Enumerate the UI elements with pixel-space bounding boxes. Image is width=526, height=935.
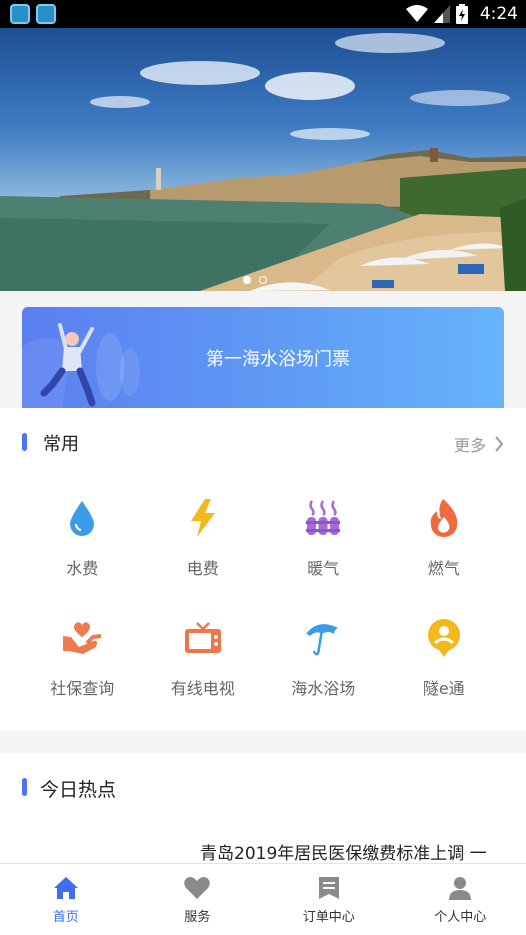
battery-icon	[455, 4, 468, 24]
section-title: 常用	[43, 434, 79, 455]
service-tunnel-pass[interactable]: 隧e通	[384, 618, 505, 700]
hot-topics-section: 今日热点 青岛2019年居民医保缴费标准上调 一	[0, 753, 526, 863]
tab-label: 个人中心	[434, 910, 487, 925]
chevron-right-icon	[495, 436, 504, 452]
more-label: 更多	[453, 436, 486, 455]
tab-orders[interactable]: 订单中心	[263, 864, 395, 935]
heart-icon	[184, 877, 211, 899]
umbrella-icon	[303, 618, 343, 658]
signal-icon	[433, 5, 450, 23]
service-electric-fee[interactable]: 电费	[143, 498, 264, 580]
service-gas[interactable]: 燃气	[384, 498, 505, 580]
home-icon	[53, 877, 78, 899]
ticket-section: 第一海水浴场门票	[0, 291, 526, 408]
app-notification-icon	[36, 4, 56, 24]
common-services-section: 常用 更多 水费 电费 暖气 燃气 社保查询 有线电视 海水浴场 隧e通	[0, 408, 526, 731]
ticket-title: 第一海水浴场门票	[206, 349, 350, 370]
radiator-icon	[303, 498, 343, 538]
app-screen: 4:24 第一海水浴场门票 常用 更多 水费 电费 暖气 燃气 社保查询 有线电…	[0, 0, 526, 935]
more-link[interactable]: 更多	[454, 432, 504, 456]
bottom-tab-bar: 首页 服务 订单中心 个人中心	[0, 863, 526, 935]
water-drop-icon	[62, 498, 102, 538]
section-title: 今日热点	[40, 779, 117, 801]
tab-services[interactable]: 服务	[132, 864, 264, 935]
service-label: 社保查询	[50, 679, 115, 698]
service-social-security[interactable]: 社保查询	[22, 618, 143, 700]
order-list-icon	[318, 877, 339, 899]
tab-profile[interactable]: 个人中心	[395, 864, 526, 935]
tab-label: 服务	[184, 910, 211, 925]
tab-label: 首页	[52, 910, 79, 925]
banner-carousel[interactable]	[0, 28, 526, 291]
service-grid: 水费 电费 暖气 燃气 社保查询 有线电视 海水浴场 隧e通	[22, 498, 504, 700]
section-header: 常用 更多	[0, 408, 526, 476]
carousel-indicator	[243, 276, 267, 284]
tab-label: 订单中心	[302, 910, 355, 925]
beach-ticket-card[interactable]: 第一海水浴场门票	[22, 307, 504, 408]
tv-icon	[183, 618, 223, 658]
app-notification-icon	[10, 4, 30, 24]
service-label: 隧e通	[422, 679, 465, 698]
lightning-icon	[183, 498, 223, 538]
person-icon	[449, 877, 472, 900]
service-label: 水费	[66, 559, 99, 578]
service-water-fee[interactable]: 水费	[22, 498, 143, 580]
heart-hands-icon	[62, 618, 102, 658]
clock: 4:24	[479, 4, 518, 24]
service-label: 燃气	[427, 559, 460, 578]
wifi-icon	[405, 5, 428, 22]
service-label: 有线电视	[170, 679, 235, 698]
service-label: 电费	[186, 559, 219, 578]
service-label: 暖气	[307, 559, 340, 578]
section-accent-bar	[22, 433, 27, 451]
service-bathing-beach[interactable]: 海水浴场	[263, 618, 384, 700]
carousel-dot-active	[243, 276, 251, 284]
beach-photo	[0, 33, 526, 291]
person-badge-icon	[424, 618, 464, 658]
carousel-dot	[259, 276, 267, 284]
flame-icon	[424, 498, 464, 538]
section-accent-bar	[22, 778, 27, 796]
service-heating[interactable]: 暖气	[263, 498, 384, 580]
service-cable-tv[interactable]: 有线电视	[143, 618, 264, 700]
tab-home[interactable]: 首页	[0, 864, 132, 935]
service-label: 海水浴场	[291, 679, 356, 698]
status-bar: 4:24	[0, 0, 526, 28]
news-headline[interactable]: 青岛2019年居民医保缴费标准上调 一	[200, 839, 487, 863]
